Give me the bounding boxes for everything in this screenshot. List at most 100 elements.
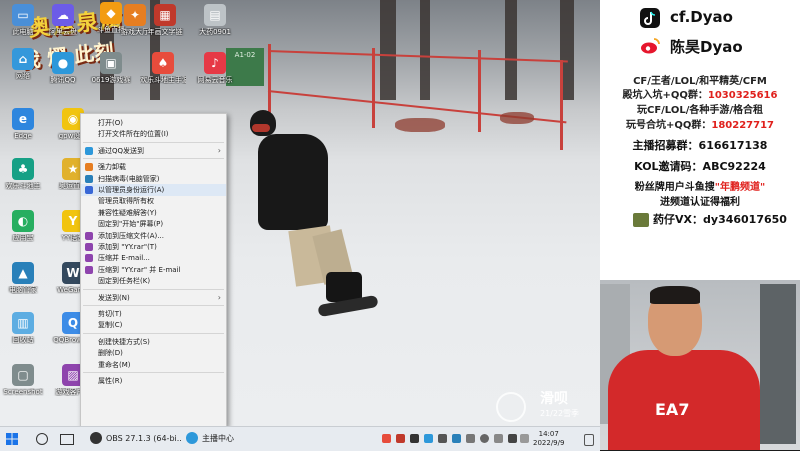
windows-start-icon[interactable] [6, 433, 18, 445]
context-menu-item[interactable]: 打开文件所在的位置(I) [81, 128, 226, 140]
streamer-hair [650, 286, 700, 304]
context-menu-item[interactable]: 剪切(T) [81, 308, 226, 320]
menu-item-label: 固定到任务栏(K) [98, 277, 151, 286]
app-icon: ▤ [204, 4, 226, 26]
context-menu-item[interactable]: 发送到(N) › [81, 292, 226, 304]
context-menu-item[interactable]: 压缩到 "YY.rar" 并 E-mail [81, 264, 226, 276]
menu-separator [83, 332, 224, 334]
desktop-icon-label: 腾讯QQ [50, 76, 76, 84]
desktop-icon[interactable]: e Edge [0, 108, 46, 140]
app-icon: ◐ [12, 210, 34, 232]
desktop-icon[interactable]: ▣ 0619游戏赛 [88, 52, 134, 84]
shirt-logo: EA7 [655, 400, 690, 419]
desktop-icon[interactable]: ▥ 回收站 [0, 312, 46, 344]
tray-app-icon[interactable] [438, 434, 447, 443]
context-menu-item[interactable]: 管理员取得所有权 [81, 195, 226, 207]
rock [395, 118, 445, 132]
context-menu-item[interactable]: 重命名(M) [81, 359, 226, 371]
context-menu-item[interactable]: 固定到"开始"屏幕(P) [81, 218, 226, 230]
desktop-icon[interactable]: ◐ 应用宝 [0, 210, 46, 242]
clock[interactable]: 14:07 2022/9/9 [533, 430, 564, 448]
menu-item-icon [85, 243, 93, 251]
context-menu: 打开(O) 打开文件所在的位置(I) 通过QQ发送到 › 强力卸载 扫描病毒(电脑管家) 以… [80, 113, 227, 426]
context-menu-item[interactable]: 兼容性疑难解答(Y) [81, 207, 226, 219]
desktop-icon[interactable]: ▤ 大药0901 [192, 4, 238, 36]
menu-item-label: 删除(D) [98, 349, 123, 358]
tray-app-icon[interactable] [396, 434, 405, 443]
desktop-icon[interactable]: ♣ 欢乐斗地主 [0, 158, 46, 190]
account-group-number: 180227717 [711, 120, 774, 131]
menu-separator [83, 372, 224, 373]
context-menu-item[interactable]: 压缩并 E-mail... [81, 252, 226, 264]
menu-item-label: 属性(R) [98, 377, 123, 385]
desktop-icon[interactable]: ▢ Screenshot [0, 364, 46, 396]
context-menu-item[interactable]: 固定到任务栏(K) [81, 275, 226, 287]
desktop-icon[interactable]: ♠ 欢乐斗地主手游电脑版 [140, 52, 186, 84]
desktop-icon[interactable]: ♪ 网易云音乐 [192, 52, 238, 84]
context-menu-item[interactable]: 以管理员身份运行(A) [81, 184, 226, 196]
chevron-right-icon: › [217, 292, 221, 302]
app-icon: ♪ [204, 52, 226, 74]
huabei-logo-icon [496, 392, 526, 422]
menu-separator [83, 141, 224, 143]
tray-app-icon[interactable] [382, 434, 391, 443]
stream-info-panel: cf.Dyao 陈昊Dyao CF/王者/LOL/和平精英/CFM 殿坑入坑+Q… [600, 0, 800, 280]
context-menu-item[interactable]: 属性(R) [81, 375, 226, 387]
desktop-icon[interactable]: ☁ 阿里云盘 [40, 4, 86, 36]
tray-app-icon[interactable] [520, 434, 529, 443]
input-method-icon[interactable] [508, 434, 517, 443]
notification-icon[interactable] [584, 434, 594, 446]
desktop-icon-label: 网易云音乐 [197, 76, 233, 84]
watermark-subtitle: 21/22雪季 [540, 409, 580, 418]
context-menu-item[interactable]: 删除(D) [81, 347, 226, 359]
tray-app-icon[interactable] [410, 434, 419, 443]
desktop-icon-label: 欢乐斗地主手游电脑版 [140, 76, 186, 84]
streamer-recruit-line: 主播招募群：616617138 [632, 139, 768, 152]
menu-item-label: 压缩到 "YY.rar" 并 E-mail [98, 265, 181, 274]
desktop-icon[interactable]: ▦ 年画文字链 [142, 4, 188, 36]
taskbar-streamer-center[interactable]: 主播中心 [202, 427, 252, 451]
rock [500, 112, 534, 124]
task-view-icon[interactable] [60, 434, 74, 445]
context-menu-item[interactable]: 添加到 "YY.rar"(T) [81, 241, 226, 253]
menu-item-icon [85, 163, 93, 172]
tray-app-icon[interactable] [494, 434, 503, 443]
app-icon: ♣ [12, 158, 34, 180]
menu-item-icon [85, 174, 93, 183]
app-icon: ♠ [152, 52, 174, 74]
volume-icon[interactable] [480, 434, 489, 443]
menu-item-label: 以管理员身份运行(A) [98, 186, 165, 194]
desktop-icon-label: 年画文字链 [147, 28, 183, 36]
menu-separator [83, 288, 224, 290]
context-menu-item[interactable]: 打开(O) [81, 117, 226, 129]
context-menu-item[interactable]: 添加到压缩文件(A)... [81, 230, 226, 242]
taskbar-obs-app[interactable]: OBS 27.1.3 (64-bi... [106, 427, 182, 451]
context-menu-item[interactable]: 强力卸载 [81, 161, 226, 173]
menu-item-label: 固定到"开始"屏幕(P) [98, 220, 164, 229]
menu-item-label: 发送到(N) [98, 293, 130, 302]
taskbar: OBS 27.1.3 (64-bi... 主播中心 14:07 2022/9/9 [0, 426, 600, 451]
menu-item-label: 通过QQ发送到 [98, 146, 145, 155]
search-icon[interactable] [36, 433, 48, 445]
safety-net-line [267, 50, 568, 63]
context-menu-item[interactable]: 复制(C) [81, 319, 226, 331]
app-icon: ▭ [12, 4, 34, 26]
rider-goggles [252, 124, 270, 132]
context-menu-item[interactable]: 扫描病毒(电脑管家) [81, 173, 226, 185]
app-icon: ▦ [154, 4, 176, 26]
menu-item-label: 打开文件所在的位置(I) [98, 130, 169, 139]
tiktok-handle: cf.Dyao [670, 8, 733, 26]
desktop-icon[interactable]: ● 腾讯QQ [40, 52, 86, 84]
desktop-icon[interactable]: ▲ 电脑管家 [0, 262, 46, 294]
tray-network-icon[interactable] [466, 434, 475, 443]
desktop-icon-label: 欢乐斗地主 [5, 182, 41, 190]
app-icon: ☁ [52, 4, 74, 26]
context-menu-item[interactable]: 创建快捷方式(S) [81, 336, 226, 348]
tray-security-icon[interactable] [452, 434, 461, 443]
menu-item-icon [85, 231, 93, 240]
app-icon: ● [52, 52, 74, 74]
fan-badge-label: 粉丝牌用户斗鱼搜 [634, 182, 715, 193]
chevron-right-icon: › [217, 145, 221, 155]
tray-qq-icon[interactable] [424, 434, 433, 443]
context-menu-item[interactable]: 通过QQ发送到 › [81, 145, 226, 157]
